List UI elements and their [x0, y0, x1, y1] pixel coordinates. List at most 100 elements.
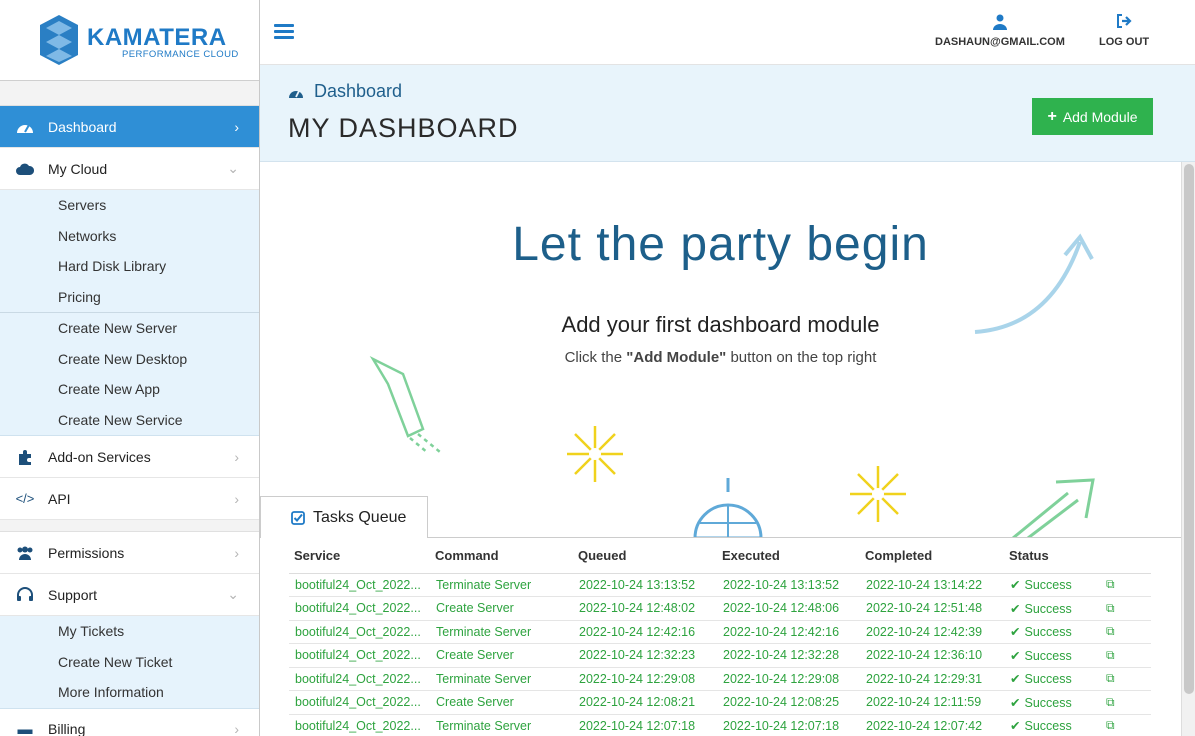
status-text: Success — [1024, 648, 1072, 663]
plus-icon: + — [1047, 107, 1057, 125]
cell-service[interactable]: bootiful24_Oct_2022... — [289, 573, 430, 597]
sidebar-item-dashboard[interactable]: Dashboard › — [0, 106, 259, 148]
cell-status: ✔ Success — [1004, 714, 1100, 736]
hint-bold: "Add Module" — [626, 349, 727, 366]
external-link-icon[interactable]: ⧉ — [1106, 577, 1115, 591]
external-link-icon[interactable]: ⧉ — [1106, 624, 1115, 638]
table-row[interactable]: bootiful24_Oct_2022... Terminate Server 20… — [289, 620, 1151, 644]
logout-link[interactable]: LOG OUT — [1099, 14, 1149, 48]
check-icon: ✔ — [1010, 719, 1021, 734]
cell-executed: 2022-10-24 12:48:06 — [717, 596, 860, 621]
sidebar-spacer — [0, 81, 259, 106]
users-icon — [15, 543, 35, 563]
cell-service[interactable]: bootiful24_Oct_2022... — [289, 667, 430, 691]
external-link-icon[interactable]: ⧉ — [1106, 601, 1115, 615]
cell-link: ⧉ — [1100, 643, 1151, 668]
cell-service[interactable]: bootiful24_Oct_2022... — [289, 714, 430, 736]
table-row[interactable]: bootiful24_Oct_2022... Terminate Server 20… — [289, 573, 1151, 597]
logout-label: LOG OUT — [1099, 36, 1150, 48]
scrollbar-thumb[interactable] — [1184, 164, 1194, 694]
add-module-button[interactable]: + Add Module — [1032, 98, 1153, 135]
sidebar-subitem-create-app[interactable]: Create New App — [0, 374, 259, 405]
sidebar-item-api[interactable]: </> API › — [0, 478, 259, 520]
sidebar-subitem-create-ticket[interactable]: Create New Ticket — [0, 647, 259, 678]
cell-status: ✔ Success — [1004, 573, 1100, 597]
sidebar-item-support[interactable]: Support ⌄ — [0, 574, 259, 616]
dashboard-gauge-icon — [289, 90, 303, 98]
code-icon: </> — [15, 491, 35, 506]
sidebar-subitem-create-desktop[interactable]: Create New Desktop — [0, 344, 259, 375]
cloud-icon — [15, 159, 35, 179]
status-text: Success — [1024, 578, 1072, 593]
cell-queued: 2022-10-24 12:48:02 — [573, 596, 717, 621]
user-email: DASHAUN@GMAIL.COM — [935, 36, 1065, 48]
external-link-icon[interactable]: ⧉ — [1106, 695, 1115, 709]
sidebar-subitem-create-service[interactable]: Create New Service — [0, 405, 259, 436]
sidebar: KAMATERA PERFORMANCE CLOUD Dashboard › M… — [0, 0, 260, 736]
column-header-executed[interactable]: Executed — [717, 538, 860, 574]
sidebar-subitem-hard-disk-library[interactable]: Hard Disk Library — [0, 251, 259, 282]
cell-queued: 2022-10-24 12:29:08 — [573, 667, 717, 691]
page-title: MY DASHBOARD — [288, 113, 519, 143]
sidebar-item-label: Billing — [48, 721, 86, 736]
cell-executed: 2022-10-24 12:08:25 — [717, 690, 860, 715]
billing-icon: ▬ — [17, 720, 33, 736]
external-link-icon[interactable]: ⧉ — [1106, 648, 1115, 662]
sidebar-subitem-networks[interactable]: Networks — [0, 221, 259, 252]
dashboard-gauge-icon — [15, 117, 35, 137]
sidebar-subitem-more-information[interactable]: More Information — [0, 677, 259, 708]
table-row[interactable]: bootiful24_Oct_2022... Terminate Server 20… — [289, 667, 1151, 691]
main-scrollbar[interactable] — [1181, 162, 1195, 736]
user-account-link[interactable]: DASHAUN@GMAIL.COM — [935, 14, 1065, 48]
cell-service[interactable]: bootiful24_Oct_2022... — [289, 643, 430, 668]
logo[interactable]: KAMATERA PERFORMANCE CLOUD — [0, 0, 259, 81]
tasks-table-body: bootiful24_Oct_2022... Terminate Server 20… — [289, 573, 1151, 736]
sidebar-item-billing[interactable]: ▬ Billing › — [0, 708, 259, 736]
cell-link: ⧉ — [1100, 667, 1151, 691]
cell-completed: 2022-10-24 12:36:10 — [860, 643, 1004, 668]
firework-illustration — [850, 466, 906, 522]
cell-service[interactable]: bootiful24_Oct_2022... — [289, 690, 430, 715]
column-header-service[interactable]: Service — [289, 538, 430, 574]
cell-service[interactable]: bootiful24_Oct_2022... — [289, 596, 430, 621]
rocket-illustration — [369, 355, 441, 454]
cell-status: ✔ Success — [1004, 620, 1100, 644]
sidebar-subitem-pricing[interactable]: Pricing — [0, 282, 259, 313]
add-module-label: Add Module — [1062, 108, 1138, 125]
sidebar-item-my-cloud[interactable]: My Cloud ⌄ — [0, 148, 259, 190]
sidebar-subitem-servers[interactable]: Servers — [0, 190, 259, 221]
cell-command: Terminate Server — [430, 620, 573, 644]
check-icon: ✔ — [1010, 625, 1021, 640]
sidebar-subitem-my-tickets[interactable]: My Tickets — [0, 616, 259, 647]
table-row[interactable]: bootiful24_Oct_2022... Create Server 2022-… — [289, 690, 1151, 715]
column-header-command[interactable]: Command — [430, 538, 573, 574]
column-header-queued[interactable]: Queued — [573, 538, 717, 574]
sidebar-subitem-create-server[interactable]: Create New Server — [0, 313, 259, 344]
cell-service[interactable]: bootiful24_Oct_2022... — [289, 620, 430, 644]
table-header-row: Service Command Queued Executed Complete… — [289, 538, 1151, 574]
sidebar-item-permissions[interactable]: Permissions › — [0, 532, 259, 574]
check-icon: ✔ — [1010, 578, 1021, 593]
sidebar-item-label: Permissions — [48, 544, 125, 561]
tasks-queue-panel: Service Command Queued Executed Complete… — [260, 537, 1181, 736]
sidebar-item-addon-services[interactable]: Add-on Services › — [0, 436, 259, 478]
status-text: Success — [1024, 719, 1072, 734]
sidebar-item-label: Dashboard — [48, 118, 117, 135]
table-row[interactable]: bootiful24_Oct_2022... Create Server 2022-… — [289, 596, 1151, 621]
cell-queued: 2022-10-24 12:08:21 — [573, 690, 717, 715]
support-submenu: My Tickets Create New Ticket More Inform… — [0, 616, 259, 709]
chevron-right-icon: › — [234, 448, 239, 465]
hamburger-menu-icon[interactable] — [274, 24, 294, 40]
column-header-link — [1100, 538, 1151, 574]
table-row[interactable]: bootiful24_Oct_2022... Terminate Server 20… — [289, 714, 1151, 736]
external-link-icon[interactable]: ⧉ — [1106, 718, 1115, 732]
table-row[interactable]: bootiful24_Oct_2022... Create Server 2022-… — [289, 643, 1151, 668]
sidebar-item-label: API — [48, 490, 71, 507]
tab-tasks-queue[interactable]: Tasks Queue — [260, 496, 428, 538]
external-link-icon[interactable]: ⧉ — [1106, 671, 1115, 685]
breadcrumb[interactable]: Dashboard — [288, 81, 402, 102]
cell-queued: 2022-10-24 12:32:23 — [573, 643, 717, 668]
cell-status: ✔ Success — [1004, 643, 1100, 668]
column-header-completed[interactable]: Completed — [860, 538, 1004, 574]
column-header-status[interactable]: Status — [1004, 538, 1100, 574]
